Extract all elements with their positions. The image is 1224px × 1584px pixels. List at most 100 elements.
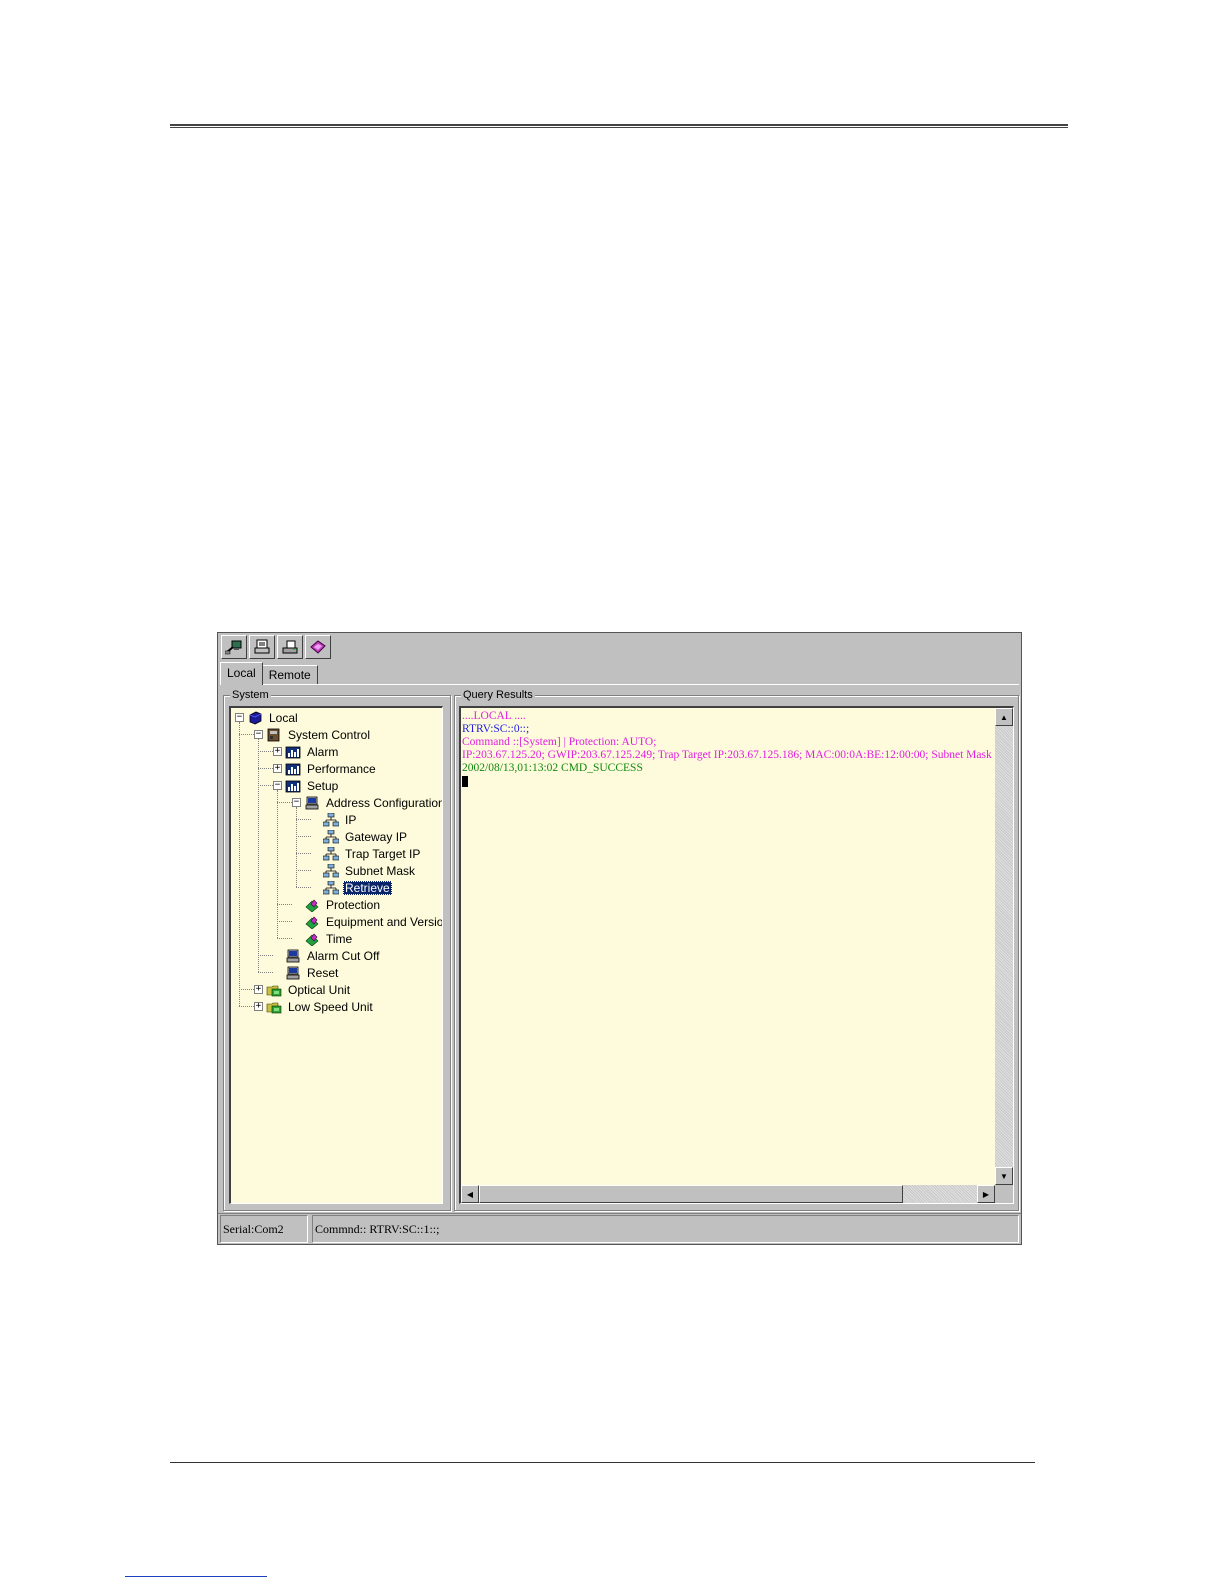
tree-node-label: Performance — [307, 761, 376, 776]
system-panel-title: System — [230, 688, 271, 702]
unit-folder-icon — [266, 983, 282, 997]
tree-node[interactable]: Trap Target IP — [311, 845, 422, 862]
toolbar — [221, 635, 331, 661]
tree-node[interactable]: Reset — [273, 964, 340, 981]
text-cursor — [462, 775, 468, 787]
expand-toggle[interactable]: + — [273, 747, 282, 756]
result-line: Command ::[System] | Protection: AUTO; — [462, 736, 657, 748]
tree-connector — [277, 802, 292, 803]
horizontal-scroll-thumb[interactable] — [479, 1185, 903, 1203]
tab-strip: Local Remote — [220, 662, 318, 685]
result-line: 2002/08/13,01:13:02 CMD_SUCCESS — [462, 762, 643, 774]
tree-node-label: Equipment and Version — [326, 914, 443, 929]
query-results-text: ....LOCAL .... RTRV:SC::0::; Command ::[Sy… — [462, 710, 993, 1183]
tree-connector — [239, 989, 254, 990]
tree-node-label: Time — [326, 931, 353, 946]
horizontal-scrollbar[interactable]: ◀ ▶ — [461, 1185, 995, 1203]
tree-node-label: Setup — [307, 778, 339, 793]
help-book-icon — [310, 640, 326, 654]
tree-node-label: Low Speed Unit — [288, 999, 373, 1014]
tree-node[interactable]: Subnet Mask — [311, 862, 417, 879]
tree-connector — [296, 870, 311, 871]
scroll-left-button[interactable]: ◀ — [461, 1185, 479, 1203]
arrow-left-icon: ◀ — [466, 1189, 474, 1199]
tree-node[interactable]: IP — [311, 811, 358, 828]
query-results-view[interactable]: ....LOCAL .... RTRV:SC::0::; Command ::[Sy… — [459, 706, 1014, 1204]
tree-connector — [258, 739, 259, 972]
tree-node[interactable]: Alarm Cut Off — [273, 947, 381, 964]
expand-toggle[interactable]: + — [254, 1002, 263, 1011]
vertical-scrollbar[interactable]: ▲ ▼ — [995, 708, 1013, 1185]
print-preview-button[interactable] — [249, 635, 275, 659]
tree-node[interactable]: Retrieve — [311, 879, 392, 896]
arrow-up-icon: ▲ — [1000, 712, 1008, 722]
tree-connector — [277, 790, 278, 938]
check-diamond-icon — [304, 932, 320, 946]
tree-node-label: IP — [345, 812, 357, 827]
tree-node[interactable]: − Address Configuration — [292, 794, 443, 811]
system-tree-view[interactable]: − Local − System Control + Alarm + Performance −… — [229, 706, 443, 1204]
scroll-up-button[interactable]: ▲ — [995, 708, 1013, 726]
tree-node[interactable]: + Low Speed Unit — [254, 998, 375, 1015]
tree-node[interactable]: Time — [292, 930, 354, 947]
computer-icon — [304, 796, 320, 810]
system-panel: System − Local − System Control + Alarm + Perfo… — [223, 688, 451, 1211]
scroll-corner — [995, 1185, 1013, 1203]
tree-node-label: Local — [269, 710, 298, 725]
network-icon — [322, 846, 340, 861]
tree-connector — [296, 836, 311, 837]
computer-icon — [285, 966, 301, 980]
scroll-down-button[interactable]: ▼ — [995, 1167, 1013, 1185]
result-cursor-line — [462, 775, 993, 788]
tree-node[interactable]: − Local — [235, 709, 300, 726]
collapse-toggle[interactable]: − — [273, 781, 282, 790]
local-cube-icon — [247, 711, 263, 725]
tree-connector — [296, 887, 311, 888]
tree-node-label: Alarm Cut Off — [307, 948, 380, 963]
application-window: Local Remote System − Local − System Contro… — [217, 632, 1022, 1245]
tree-node[interactable]: + Performance — [273, 760, 378, 777]
scroll-right-button[interactable]: ▶ — [977, 1185, 995, 1203]
chart-folder-icon — [285, 779, 301, 793]
tree-node[interactable]: Gateway IP — [311, 828, 409, 845]
tab-divider — [220, 684, 1019, 685]
tree-node-label: Optical Unit — [288, 982, 351, 997]
system-control-icon — [266, 728, 282, 742]
tab-local[interactable]: Local — [220, 662, 263, 685]
connect-button[interactable] — [221, 635, 247, 659]
result-line: IP:203.67.125.20; GWIP:203.67.125.249; T… — [462, 749, 992, 761]
arrow-right-icon: ▶ — [982, 1189, 990, 1199]
collapse-toggle[interactable]: − — [235, 713, 244, 722]
tree-node[interactable]: Equipment and Version — [292, 913, 443, 930]
tree-node[interactable]: − Setup — [273, 777, 340, 794]
tree-node-label: System Control — [288, 727, 371, 742]
tree-connector — [277, 921, 292, 922]
network-icon — [322, 812, 340, 827]
tree-connector — [258, 768, 273, 769]
footer-rule — [170, 1462, 1035, 1463]
tree-connector — [296, 853, 311, 854]
tree-node-label: Gateway IP — [345, 829, 408, 844]
help-button[interactable] — [305, 635, 331, 659]
tree-node-label: Protection — [326, 897, 381, 912]
tree-connector — [239, 1006, 254, 1007]
tree-node[interactable]: + Alarm — [273, 743, 340, 760]
print-button[interactable] — [277, 635, 303, 659]
check-diamond-icon — [304, 898, 320, 912]
tab-remote[interactable]: Remote — [261, 665, 318, 685]
tree-node-label: Subnet Mask — [345, 863, 416, 878]
collapse-toggle[interactable]: − — [254, 730, 263, 739]
query-results-panel: Query Results ....LOCAL .... RTRV:SC::0::… — [454, 688, 1019, 1211]
expand-toggle[interactable]: + — [273, 764, 282, 773]
tree-node[interactable]: + Optical Unit — [254, 981, 352, 998]
expand-toggle[interactable]: + — [254, 985, 263, 994]
tree-node[interactable]: Protection — [292, 896, 382, 913]
arrow-down-icon: ▼ — [1000, 1171, 1008, 1181]
tree-connector — [258, 751, 273, 752]
tree-connector — [258, 972, 273, 973]
tree-node[interactable]: − System Control — [254, 726, 372, 743]
collapse-toggle[interactable]: − — [292, 798, 301, 807]
status-port: Serial:Com2 — [220, 1215, 308, 1243]
tree-connector — [258, 785, 273, 786]
tree-node-label: Address Configuration — [326, 795, 443, 810]
